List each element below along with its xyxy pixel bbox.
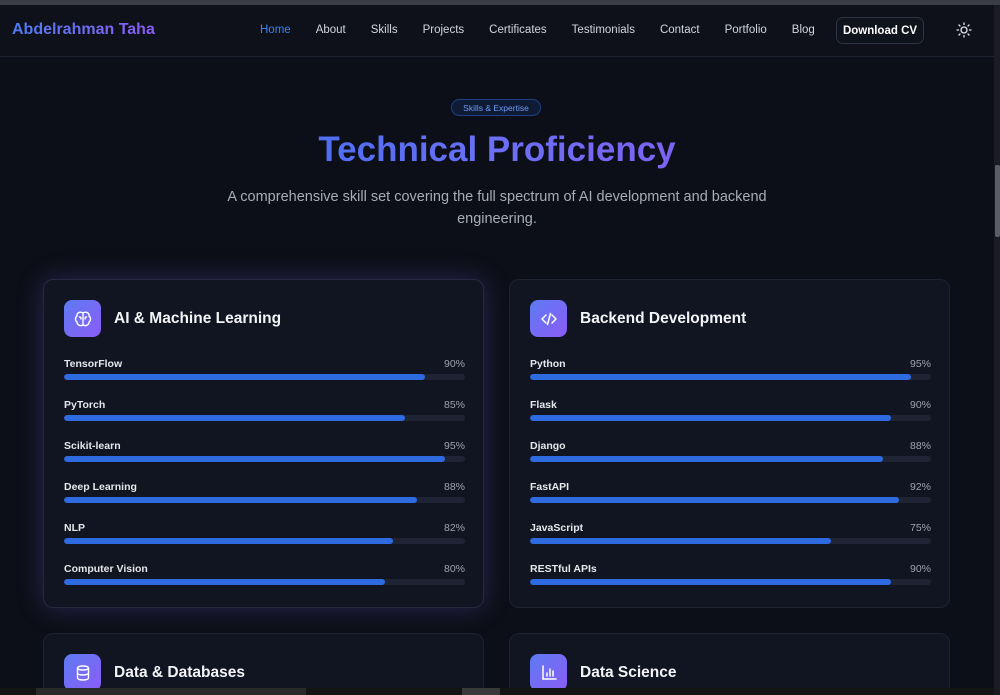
skill-percent: 95%	[909, 358, 931, 370]
nav-links: Home About Skills Projects Certificates …	[260, 24, 840, 36]
skill-name: Python	[530, 358, 566, 370]
skill-row-computer-vision: Computer Vision 80%	[64, 563, 465, 593]
progress-fill	[530, 374, 911, 380]
taskbar-strip	[0, 688, 994, 695]
nav-link-portfolio[interactable]: Portfolio	[725, 24, 767, 36]
progress-fill	[64, 456, 445, 462]
skill-name: TensorFlow	[64, 358, 123, 370]
skill-card-data-databases: Data & Databases	[43, 633, 484, 695]
skill-row-javascript: JavaScript 75%	[530, 522, 931, 552]
progress-track	[64, 374, 465, 380]
card-title: Backend Development	[580, 310, 747, 327]
taskbar-segment	[462, 688, 500, 695]
card-title: AI & Machine Learning	[114, 310, 282, 327]
skill-name: Django	[530, 440, 566, 452]
skill-name: Scikit-learn	[64, 440, 121, 452]
skill-row-python: Python 95%	[530, 358, 931, 388]
skill-percent: 80%	[443, 563, 465, 575]
brand-logo[interactable]: Abdelrahman Taha	[12, 21, 155, 39]
progress-track	[64, 456, 465, 462]
skill-percent: 88%	[443, 481, 465, 493]
nav-link-home[interactable]: Home	[260, 24, 291, 36]
skill-card-data-science: Data Science	[509, 633, 950, 695]
skill-name: Deep Learning	[64, 481, 137, 493]
progress-fill	[64, 579, 385, 585]
progress-fill	[64, 374, 425, 380]
section-title-text: Technical Proficiency	[318, 130, 676, 169]
skill-percent: 90%	[443, 358, 465, 370]
skill-percent: 95%	[443, 440, 465, 452]
progress-fill	[530, 579, 891, 585]
progress-track	[530, 456, 931, 462]
progress-track	[64, 497, 465, 503]
skill-row-nlp: NLP 82%	[64, 522, 465, 552]
bar-chart-icon	[530, 654, 567, 691]
skill-percent: 82%	[443, 522, 465, 534]
card-title: Data & Databases	[114, 664, 245, 681]
skill-card-backend: Backend Development Python 95% Flask 90%…	[509, 279, 950, 608]
skill-percent: 90%	[909, 563, 931, 575]
code-icon	[530, 300, 567, 337]
skill-row-scikit-learn: Scikit-learn 95%	[64, 440, 465, 470]
download-cv-button[interactable]: Download CV	[836, 17, 924, 44]
progress-track	[64, 415, 465, 421]
navbar: Abdelrahman Taha Home About Skills Proje…	[0, 5, 994, 57]
progress-fill	[530, 538, 831, 544]
progress-track	[530, 374, 931, 380]
skill-percent: 90%	[909, 399, 931, 411]
skill-row-tensorflow: TensorFlow 90%	[64, 358, 465, 388]
progress-track	[530, 538, 931, 544]
nav-link-contact[interactable]: Contact	[660, 24, 700, 36]
brain-icon	[64, 300, 101, 337]
skill-row-flask: Flask 90%	[530, 399, 931, 429]
progress-fill	[64, 538, 393, 544]
skill-percent: 88%	[909, 440, 931, 452]
skill-row-restful-apis: RESTful APIs 90%	[530, 563, 931, 593]
skill-percent: 92%	[909, 481, 931, 493]
card-title: Data Science	[580, 664, 677, 681]
progress-fill	[530, 497, 899, 503]
skill-card-ai-ml: AI & Machine Learning TensorFlow 90% PyT…	[43, 279, 484, 608]
nav-link-certificates[interactable]: Certificates	[489, 24, 547, 36]
skill-name: Flask	[530, 399, 557, 411]
skill-row-deep-learning: Deep Learning 88%	[64, 481, 465, 511]
progress-track	[64, 538, 465, 544]
progress-track	[530, 579, 931, 585]
nav-link-skills[interactable]: Skills	[371, 24, 398, 36]
scrollbar-thumb[interactable]	[995, 165, 1000, 237]
skill-name: PyTorch	[64, 399, 106, 411]
section-subtitle: A comprehensive skill set covering the f…	[227, 189, 767, 227]
section-title: Technical Proficiency	[0, 128, 994, 172]
skill-name: NLP	[64, 522, 85, 534]
skill-row-fastapi: FastAPI 92%	[530, 481, 931, 511]
section-badge: Skills & Expertise	[451, 99, 541, 116]
skill-name: JavaScript	[530, 522, 584, 534]
nav-link-blog[interactable]: Blog	[792, 24, 815, 36]
progress-fill	[530, 415, 891, 421]
progress-track	[530, 497, 931, 503]
progress-track	[64, 579, 465, 585]
skill-row-django: Django 88%	[530, 440, 931, 470]
skill-percent: 85%	[443, 399, 465, 411]
progress-fill	[530, 456, 883, 462]
taskbar-segment	[36, 688, 306, 695]
database-icon	[64, 654, 101, 691]
skill-name: RESTful APIs	[530, 563, 597, 575]
progress-track	[530, 415, 931, 421]
skill-name: FastAPI	[530, 481, 570, 493]
nav-link-testimonials[interactable]: Testimonials	[572, 24, 635, 36]
skill-name: Computer Vision	[64, 563, 148, 575]
progress-fill	[64, 497, 417, 503]
skill-row-pytorch: PyTorch 85%	[64, 399, 465, 429]
skill-percent: 75%	[909, 522, 931, 534]
sun-icon[interactable]	[955, 21, 973, 39]
page-scrollbar[interactable]	[994, 5, 1000, 695]
progress-fill	[64, 415, 405, 421]
nav-link-about[interactable]: About	[316, 24, 346, 36]
nav-link-projects[interactable]: Projects	[423, 24, 465, 36]
